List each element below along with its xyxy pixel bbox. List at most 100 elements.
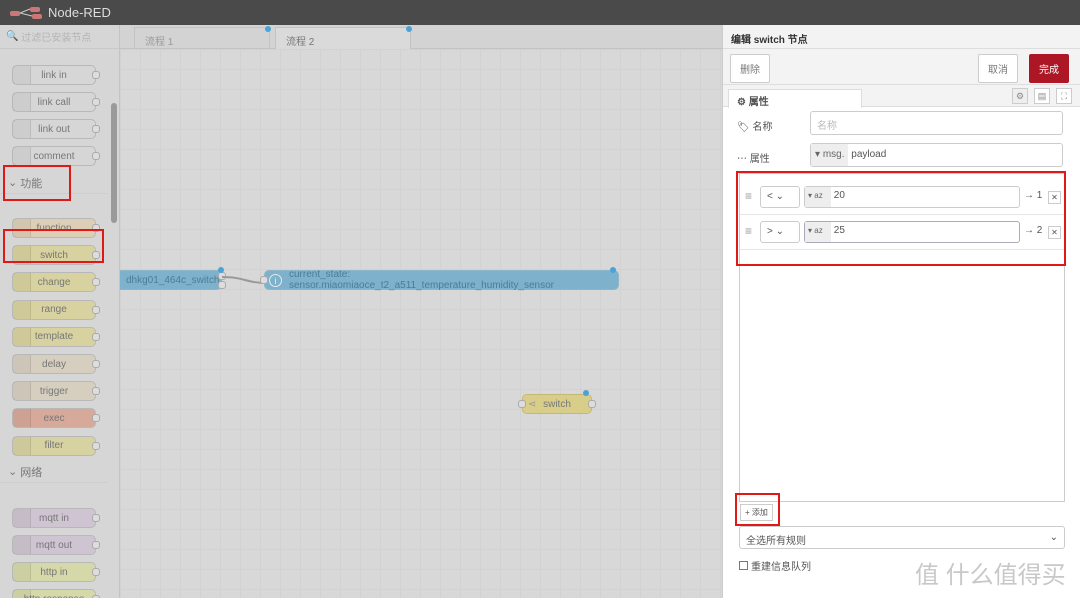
output-port: [92, 441, 100, 450]
info-icon: i: [269, 273, 282, 287]
palette-scrollbar[interactable]: [111, 103, 117, 223]
name-input[interactable]: 名称: [810, 111, 1063, 135]
output-port: [92, 332, 100, 341]
cancel-button[interactable]: 取消: [978, 54, 1018, 83]
delete-button[interactable]: 删除: [730, 54, 770, 83]
palette-node-http-response[interactable]: http response: [12, 589, 100, 598]
input-port[interactable]: [518, 400, 526, 408]
palette-node-comment[interactable]: comment: [12, 146, 100, 166]
node-icon: [13, 509, 31, 527]
palette-node-mqtt-in[interactable]: mqtt in: [12, 508, 100, 528]
palette-node-link-out[interactable]: link out: [12, 119, 100, 139]
output-port: [92, 125, 100, 133]
output-port: [92, 305, 100, 314]
palette-node-trigger[interactable]: trigger: [12, 381, 100, 402]
property-value: payload: [851, 149, 887, 160]
node-label: mqtt in: [38, 512, 69, 524]
output-port: [92, 541, 100, 549]
output-port: [92, 514, 100, 522]
tag-icon: 🏷: [737, 122, 750, 133]
palette-node-link-in[interactable]: link in: [12, 65, 100, 85]
done-button[interactable]: 完成: [1029, 54, 1069, 83]
palette-node-mqtt-out[interactable]: mqtt out: [12, 535, 100, 555]
input-port[interactable]: [260, 276, 268, 284]
editor-tabs: ⚙ 属性 ⚙ ▤ ⛶: [723, 85, 1080, 108]
flow-tabs: 流程 1 流程 2: [120, 25, 722, 49]
app-header: Node-RED: [0, 0, 1080, 25]
palette-node-range[interactable]: range: [12, 299, 100, 320]
output-port[interactable]: [588, 400, 596, 408]
output-port: [92, 98, 100, 106]
checkbox[interactable]: [739, 561, 748, 570]
ellipsis-icon: ⋯: [737, 154, 747, 165]
changed-dot: [610, 267, 616, 273]
changed-dot: [583, 390, 589, 396]
gear-icon: ⚙: [737, 97, 746, 108]
palette-node-link-call[interactable]: link call: [12, 92, 100, 112]
tab-flow-2[interactable]: 流程 2: [275, 26, 412, 49]
recreate-option[interactable]: 重建信息队列: [739, 558, 811, 573]
highlight-rules: [736, 171, 1066, 266]
tab-flow-1[interactable]: 流程 1: [134, 26, 271, 49]
node-label: link in: [41, 69, 67, 81]
node-icon: [13, 327, 31, 346]
section-label: 网络: [20, 466, 43, 479]
palette-node-change[interactable]: change: [12, 272, 100, 293]
node-icon: [13, 409, 31, 428]
tab-label: 流程 1: [145, 37, 174, 48]
output-port: [92, 152, 100, 160]
node-label: switch: [543, 398, 571, 410]
watermark: 值 什么值得买: [915, 562, 1066, 589]
highlight-switch-node: [3, 229, 104, 263]
node-label: trigger: [39, 385, 69, 397]
prefix: msg.: [822, 149, 845, 160]
node-icon: [13, 563, 31, 581]
switch-icon: ⋖: [528, 398, 537, 410]
palette-filter[interactable]: 🔍 过滤已安装节点: [0, 25, 119, 49]
chevron-down-icon: ⌄: [8, 466, 21, 478]
node-icon: [13, 590, 31, 598]
palette-node-http-in[interactable]: http in: [12, 562, 100, 582]
tab-label: 流程 2: [286, 37, 315, 48]
mode-value: 全选所有规则: [746, 536, 806, 547]
tab-label: 属性: [748, 97, 769, 108]
palette-node-template[interactable]: template: [12, 326, 100, 347]
node-label: range: [41, 304, 67, 316]
flow-node-current-state[interactable]: i current_state: sensor.miaomiaoce_t2_a51…: [260, 267, 619, 291]
node-label: delay: [42, 358, 66, 370]
node-label: http in: [40, 566, 68, 578]
highlight-add: [735, 493, 780, 526]
node-label: filter: [44, 440, 64, 452]
flow-node-switch-entity[interactable]: dhkg01_464c_switch: [120, 267, 226, 290]
palette-node-filter[interactable]: filter: [12, 435, 100, 456]
palette-section-section_network[interactable]: ⌄ 网络: [0, 461, 108, 483]
output-port: [92, 568, 100, 576]
node-icon: [13, 355, 31, 373]
node-icon: [13, 147, 31, 165]
palette-node-exec[interactable]: exec: [12, 408, 100, 429]
gear-icon[interactable]: ⚙: [1012, 88, 1028, 104]
node-label: comment: [33, 150, 75, 162]
node-red-logo-icon: [10, 6, 42, 19]
output-port: [92, 387, 100, 396]
property-input[interactable]: ▾ msg. payload: [810, 143, 1063, 167]
checkbox-label: 重建信息队列: [751, 562, 811, 573]
node-icon: [13, 120, 31, 138]
flow-canvas[interactable]: dhkg01_464c_switch i current_state: senso…: [120, 49, 722, 598]
description-icon[interactable]: ▤: [1034, 88, 1050, 104]
node-label: exec: [43, 412, 65, 424]
node-label: link call: [37, 96, 71, 108]
output-port: [92, 71, 100, 79]
node-label: mqtt out: [35, 539, 73, 551]
palette-node-delay[interactable]: delay: [12, 354, 100, 374]
output-port: [92, 278, 100, 287]
mode-select[interactable]: 全选所有规则 ⌄: [739, 526, 1065, 549]
tab-properties[interactable]: ⚙ 属性: [728, 89, 862, 108]
node-icon: [13, 300, 31, 319]
flow-node-switch[interactable]: ⋖ switch: [518, 390, 596, 414]
appearance-icon[interactable]: ⛶: [1056, 88, 1072, 104]
type-select[interactable]: ▾ msg.: [811, 144, 849, 166]
label-text: 属性: [749, 154, 770, 165]
node-label: link out: [38, 123, 70, 135]
node-palette: 🔍 过滤已安装节点 link in link call link out commen…: [0, 25, 120, 598]
